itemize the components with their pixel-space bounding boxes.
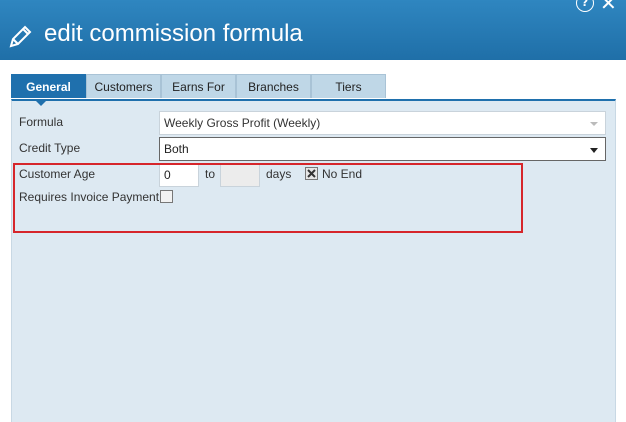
tab-earns-for[interactable]: Earns For bbox=[161, 74, 236, 98]
pencil-icon bbox=[9, 25, 32, 48]
tab-customers[interactable]: Customers bbox=[86, 74, 161, 98]
formula-select[interactable]: Weekly Gross Profit (Weekly) bbox=[159, 111, 606, 135]
help-icon[interactable]: ? bbox=[576, 0, 594, 12]
close-icon[interactable]: ✕ bbox=[600, 0, 617, 15]
credit-type-select[interactable]: Both bbox=[159, 137, 606, 161]
formula-value: Weekly Gross Profit (Weekly) bbox=[164, 116, 321, 130]
tab-tiers[interactable]: Tiers bbox=[311, 74, 386, 98]
dialog-titlebar: edit commission formula ? ✕ bbox=[0, 0, 626, 60]
tab-branches[interactable]: Branches bbox=[236, 74, 311, 98]
chevron-down-icon bbox=[590, 122, 598, 126]
highlight-box bbox=[13, 163, 523, 233]
credit-type-label: Credit Type bbox=[19, 141, 81, 155]
tab-general[interactable]: General bbox=[11, 74, 86, 98]
dialog-title: edit commission formula bbox=[44, 20, 303, 47]
credit-type-value: Both bbox=[164, 142, 189, 156]
active-tab-indicator bbox=[34, 99, 48, 106]
chevron-down-icon bbox=[590, 148, 598, 153]
formula-label: Formula bbox=[19, 115, 64, 129]
